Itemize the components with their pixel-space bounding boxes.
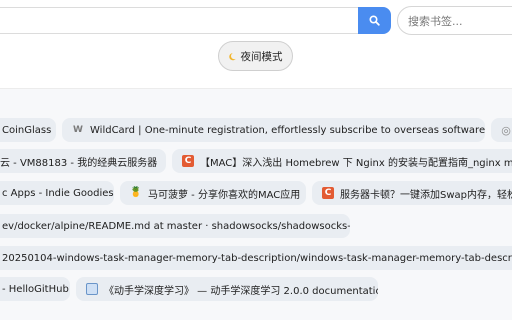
bookmark-title: CoinGlass [2, 124, 52, 136]
bookmark-title: - HelloGitHub [2, 283, 69, 295]
bookmark-chip[interactable]: c Apps - Indie Goodies [0, 181, 114, 205]
bookmark-chip[interactable]: W WildCard | One-minute registration, ef… [62, 118, 485, 142]
bookmark-chip[interactable]: 20250104-windows-task-manager-memory-tab… [0, 246, 512, 270]
bookmark-row: - HelloGitHub 《动手学深度学习》 — 动手学深度学习 2.0.0 … [0, 277, 512, 301]
csdn-icon: C [182, 155, 194, 167]
bookmark-title: 20250104-windows-task-manager-memory-tab… [2, 252, 512, 264]
bookmark-chip[interactable]: C 【MAC】深入浅出 Homebrew 下 Nginx 的安装与配置指南_ng… [172, 149, 512, 173]
bookmark-panel: CoinGlass W WildCard | One-minute regist… [0, 88, 512, 320]
bookmark-search-placeholder: 搜索书签... [408, 14, 463, 28]
search-button[interactable] [358, 7, 391, 34]
wildcard-icon: W [73, 124, 83, 135]
bookmark-chip[interactable]: C 服务器卡顿？一键添加Swap内存，轻松 [312, 181, 512, 205]
bookmark-title: 服务器卡顿？一键添加Swap内存，轻松 [340, 189, 512, 201]
bookmark-title: 马可菠萝 - 分享你喜欢的MAC应用 [148, 189, 301, 201]
bookmark-chip[interactable]: ev/docker/alpine/README.md at master · s… [0, 214, 350, 238]
night-mode-label: 夜间模式 [240, 50, 283, 63]
night-mode-button[interactable]: 夜间模式 [218, 41, 293, 71]
bookmark-title: ev/docker/alpine/README.md at master · s… [2, 220, 350, 232]
bookmark-chip[interactable]: 🍍 马可菠萝 - 分享你喜欢的MAC应用 [120, 181, 306, 205]
bookmark-chip[interactable]: CoinGlass [0, 118, 56, 142]
globe-icon: ◎ [501, 123, 511, 137]
moon-icon [228, 52, 236, 60]
pineapple-icon: 🍍 [129, 187, 143, 198]
bookmark-title: 《动手学深度学习》 — 动手学深度学习 2.0.0 documentation [104, 285, 378, 297]
csdn-icon: C [322, 187, 334, 199]
search-icon [369, 15, 380, 26]
book-icon [86, 283, 98, 295]
bookmark-row: ev/docker/alpine/README.md at master · s… [0, 214, 512, 238]
bookmark-search-input[interactable]: 搜索书签... [397, 6, 512, 35]
bookmark-row: 20250104-windows-task-manager-memory-tab… [0, 246, 512, 270]
bookmark-title: WildCard | One-minute registration, effo… [90, 124, 485, 136]
bookmark-chip[interactable]: ◎ [491, 118, 512, 142]
bookmark-chip[interactable]: 云 - VM88183 - 我的经典云服务器 [0, 149, 166, 173]
bookmark-title: 【MAC】深入浅出 Homebrew 下 Nginx 的安装与配置指南_ngin… [200, 157, 512, 169]
bookmark-chip[interactable]: 《动手学深度学习》 — 动手学深度学习 2.0.0 documentation [76, 277, 378, 301]
bookmark-title: 云 - VM88183 - 我的经典云服务器 [0, 157, 158, 169]
bookmark-title: c Apps - Indie Goodies [2, 187, 114, 199]
bookmark-row: CoinGlass W WildCard | One-minute regist… [0, 118, 512, 142]
main-search-input[interactable] [0, 7, 358, 34]
bookmark-chip[interactable]: - HelloGitHub [0, 277, 70, 301]
bookmark-row: 云 - VM88183 - 我的经典云服务器 C 【MAC】深入浅出 Homeb… [0, 149, 512, 173]
bookmark-row: c Apps - Indie Goodies 🍍 马可菠萝 - 分享你喜欢的MA… [0, 181, 512, 205]
